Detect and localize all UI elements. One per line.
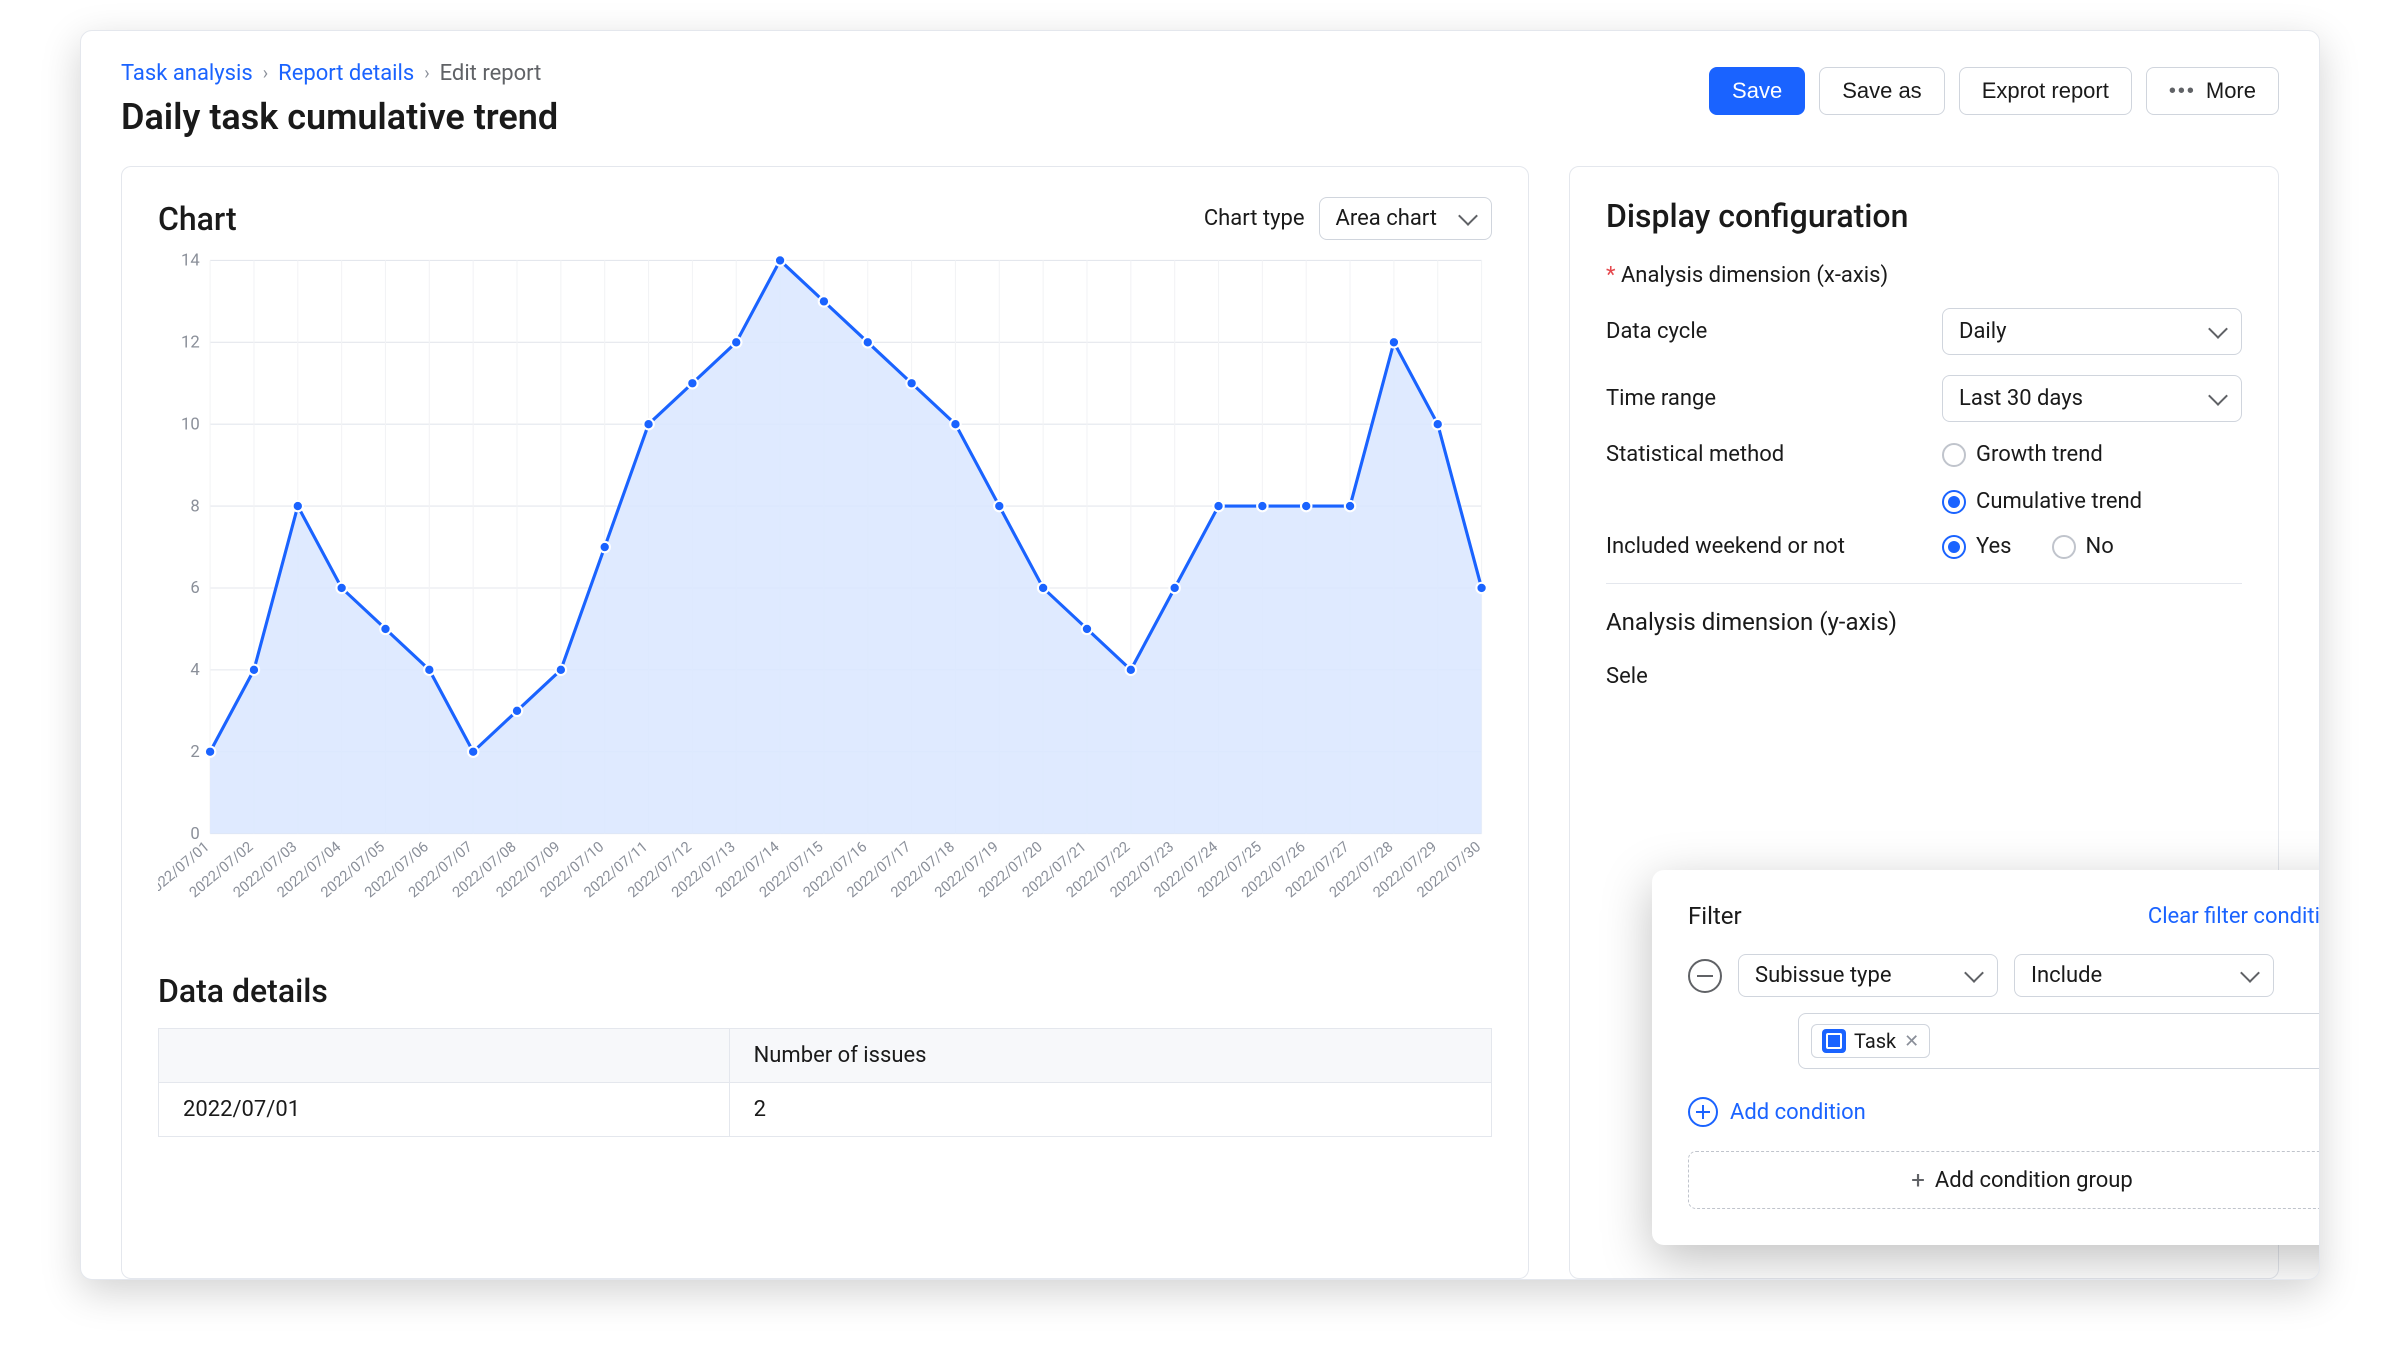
- filter-tag-task: Task ✕: [1811, 1024, 1930, 1058]
- chart-section-title: Chart: [158, 200, 237, 238]
- svg-text:6: 6: [190, 579, 199, 598]
- table-row: 2022/07/01 2: [159, 1082, 1492, 1136]
- cell-date: 2022/07/01: [159, 1082, 730, 1136]
- time-range-value: Last 30 days: [1959, 386, 2083, 411]
- add-condition-group-button[interactable]: + Add condition group: [1688, 1151, 2320, 1209]
- breadcrumb-link-report-details[interactable]: Report details: [278, 61, 414, 86]
- cell-count: 2: [729, 1082, 1491, 1136]
- svg-text:2: 2: [190, 743, 199, 762]
- filter-panel: Filter Clear filter conditions Subissue …: [1652, 870, 2320, 1245]
- chart-type-value: Area chart: [1336, 206, 1437, 231]
- radio-label-growth: Growth trend: [1976, 442, 2103, 467]
- filter-field-select[interactable]: Subissue type: [1738, 954, 1998, 997]
- yaxis-label: Analysis dimension (y-axis): [1606, 608, 2242, 636]
- radio-weekend-no[interactable]: No: [2052, 534, 2114, 559]
- more-label: More: [2206, 78, 2256, 104]
- data-details-title: Data details: [158, 972, 1492, 1010]
- chevron-down-icon: [2208, 386, 2228, 406]
- xaxis-label: Analysis dimension (x-axis): [1606, 263, 1888, 288]
- weekend-label: Included weekend or not: [1606, 534, 1845, 559]
- radio-label-no: No: [2086, 534, 2114, 559]
- plus-icon: +: [1911, 1166, 1925, 1194]
- chevron-right-icon: ›: [424, 63, 429, 84]
- svg-text:12: 12: [181, 334, 200, 353]
- stat-method-label: Statistical method: [1606, 442, 1784, 467]
- add-condition-button[interactable]: Add condition: [1688, 1097, 2320, 1127]
- svg-text:14: 14: [181, 252, 200, 271]
- breadcrumb-link-task-analysis[interactable]: Task analysis: [121, 61, 253, 86]
- radio-cumulative-trend[interactable]: Cumulative trend: [1942, 489, 2242, 514]
- breadcrumb-current: Edit report: [440, 61, 542, 86]
- save-button[interactable]: Save: [1709, 67, 1805, 115]
- radio-icon: [1942, 490, 1966, 514]
- chart-type-label: Chart type: [1204, 206, 1305, 231]
- breadcrumb: Task analysis › Report details › Edit re…: [121, 61, 558, 86]
- radio-weekend-yes[interactable]: Yes: [1942, 534, 2012, 559]
- radio-icon: [1942, 535, 1966, 559]
- table-header-date: [159, 1028, 730, 1082]
- export-report-button[interactable]: Exprot report: [1959, 67, 2132, 115]
- clear-filter-link[interactable]: Clear filter conditions: [2148, 904, 2320, 929]
- radio-growth-trend[interactable]: Growth trend: [1942, 442, 2242, 467]
- remove-tag-icon[interactable]: ✕: [1904, 1031, 1919, 1052]
- radio-icon: [1942, 443, 1966, 467]
- select-truncated: Sele: [1606, 664, 2242, 689]
- data-cycle-value: Daily: [1959, 319, 2007, 344]
- chevron-right-icon: ›: [263, 63, 268, 84]
- filter-operator-value: Include: [2031, 963, 2102, 988]
- dots-icon: •••: [2169, 80, 2196, 103]
- radio-label-yes: Yes: [1976, 534, 2012, 559]
- filter-field-value: Subissue type: [1755, 963, 1891, 988]
- data-cycle-label: Data cycle: [1606, 319, 1707, 344]
- task-icon: [1822, 1029, 1846, 1053]
- display-config-title: Display configuration: [1606, 197, 2242, 235]
- save-as-button[interactable]: Save as: [1819, 67, 1945, 115]
- data-details-table: Number of issues 2022/07/01 2: [158, 1028, 1492, 1137]
- svg-text:4: 4: [190, 661, 199, 680]
- filter-tag-label: Task: [1854, 1029, 1896, 1053]
- more-button[interactable]: ••• More: [2146, 67, 2279, 115]
- remove-condition-icon[interactable]: [1688, 959, 1722, 993]
- plus-circle-icon: [1688, 1097, 1718, 1127]
- chevron-down-icon: [2240, 963, 2260, 983]
- radio-icon: [2052, 535, 2076, 559]
- chart-type-select[interactable]: Area chart: [1319, 197, 1492, 240]
- svg-text:10: 10: [181, 415, 200, 434]
- add-condition-label: Add condition: [1730, 1100, 1866, 1125]
- page-title: Daily task cumulative trend: [121, 96, 558, 138]
- chevron-down-icon: [2208, 319, 2228, 339]
- time-range-label: Time range: [1606, 386, 1716, 411]
- table-header-count: Number of issues: [729, 1028, 1491, 1082]
- add-group-label: Add condition group: [1935, 1168, 2133, 1193]
- area-chart: 024681012142022/07/012022/07/022022/07/0…: [158, 250, 1492, 938]
- time-range-select[interactable]: Last 30 days: [1942, 375, 2242, 422]
- chevron-down-icon: [1458, 206, 1478, 226]
- data-cycle-select[interactable]: Daily: [1942, 308, 2242, 355]
- filter-value-input[interactable]: Task ✕: [1798, 1013, 2320, 1069]
- filter-title: Filter: [1688, 902, 1742, 930]
- divider: [1606, 583, 2242, 584]
- filter-operator-select[interactable]: Include: [2014, 954, 2274, 997]
- radio-label-cumulative: Cumulative trend: [1976, 489, 2142, 514]
- chevron-down-icon: [1964, 963, 1984, 983]
- svg-text:8: 8: [190, 497, 199, 516]
